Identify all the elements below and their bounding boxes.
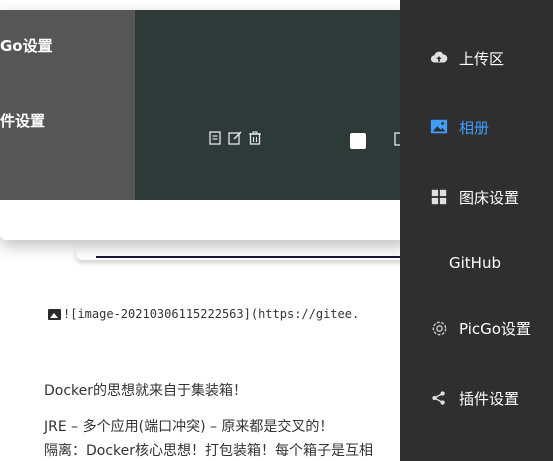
- sidebar-item-upload[interactable]: 上传区: [400, 38, 553, 78]
- select-checkbox[interactable]: [350, 133, 366, 149]
- sidebar-item-gallery[interactable]: 相册: [400, 107, 553, 147]
- gear-icon: [429, 318, 449, 338]
- cloud-upload-icon: [429, 48, 449, 68]
- sidebar-item-image-host-settings[interactable]: 图床设置: [400, 177, 553, 217]
- editor-divider: [76, 248, 406, 260]
- dialog-content-panel: [135, 10, 410, 200]
- copy-icon[interactable]: [207, 130, 223, 146]
- sidebar-item-label: 相册: [459, 118, 490, 137]
- picture-icon: [429, 117, 449, 137]
- delete-icon[interactable]: [247, 130, 263, 146]
- grid-icon: [429, 187, 449, 207]
- paragraph-isolation: 隔离：Docker核心思想！打包装箱！每个箱子是互相: [44, 443, 374, 459]
- image-toolbar: [207, 130, 263, 146]
- sidebar-item-github[interactable]: GitHub: [400, 243, 553, 283]
- sidebar-item-label: 上传区: [459, 49, 505, 68]
- share-icon: [429, 388, 449, 408]
- dialog-item-picgo-settings[interactable]: Go设置: [0, 35, 53, 56]
- dialog-left-menu: Go设置 件设置: [0, 10, 135, 200]
- sidebar-item-label: 插件设置: [459, 389, 520, 408]
- paragraph-jre: JRE – 多个应用(端口冲突) – 原来都是交叉的！: [44, 419, 334, 435]
- markdown-image-text: ![image-20210306115222563](https://gitee…: [63, 307, 360, 321]
- paragraph-docker: Docker的思想就来自于集装箱！: [44, 383, 248, 399]
- sidebar-item-label: GitHub: [449, 254, 501, 272]
- markdown-image-line: ![image-20210306115222563](https://gitee…: [48, 307, 359, 321]
- sidebar-item-plugin-settings[interactable]: 插件设置: [400, 378, 553, 418]
- image-icon: [48, 308, 61, 320]
- edit-icon[interactable]: [227, 130, 243, 146]
- sidebar-item-label: PicGo设置: [459, 319, 531, 338]
- sidebar-item-picgo-settings[interactable]: PicGo设置: [400, 308, 553, 348]
- sidebar: 上传区 相册 图床设置 GitHub PicGo设置 插件设置: [400, 0, 553, 461]
- sidebar-item-label: 图床设置: [459, 188, 520, 207]
- dialog-item-plugin-settings[interactable]: 件设置: [0, 110, 45, 131]
